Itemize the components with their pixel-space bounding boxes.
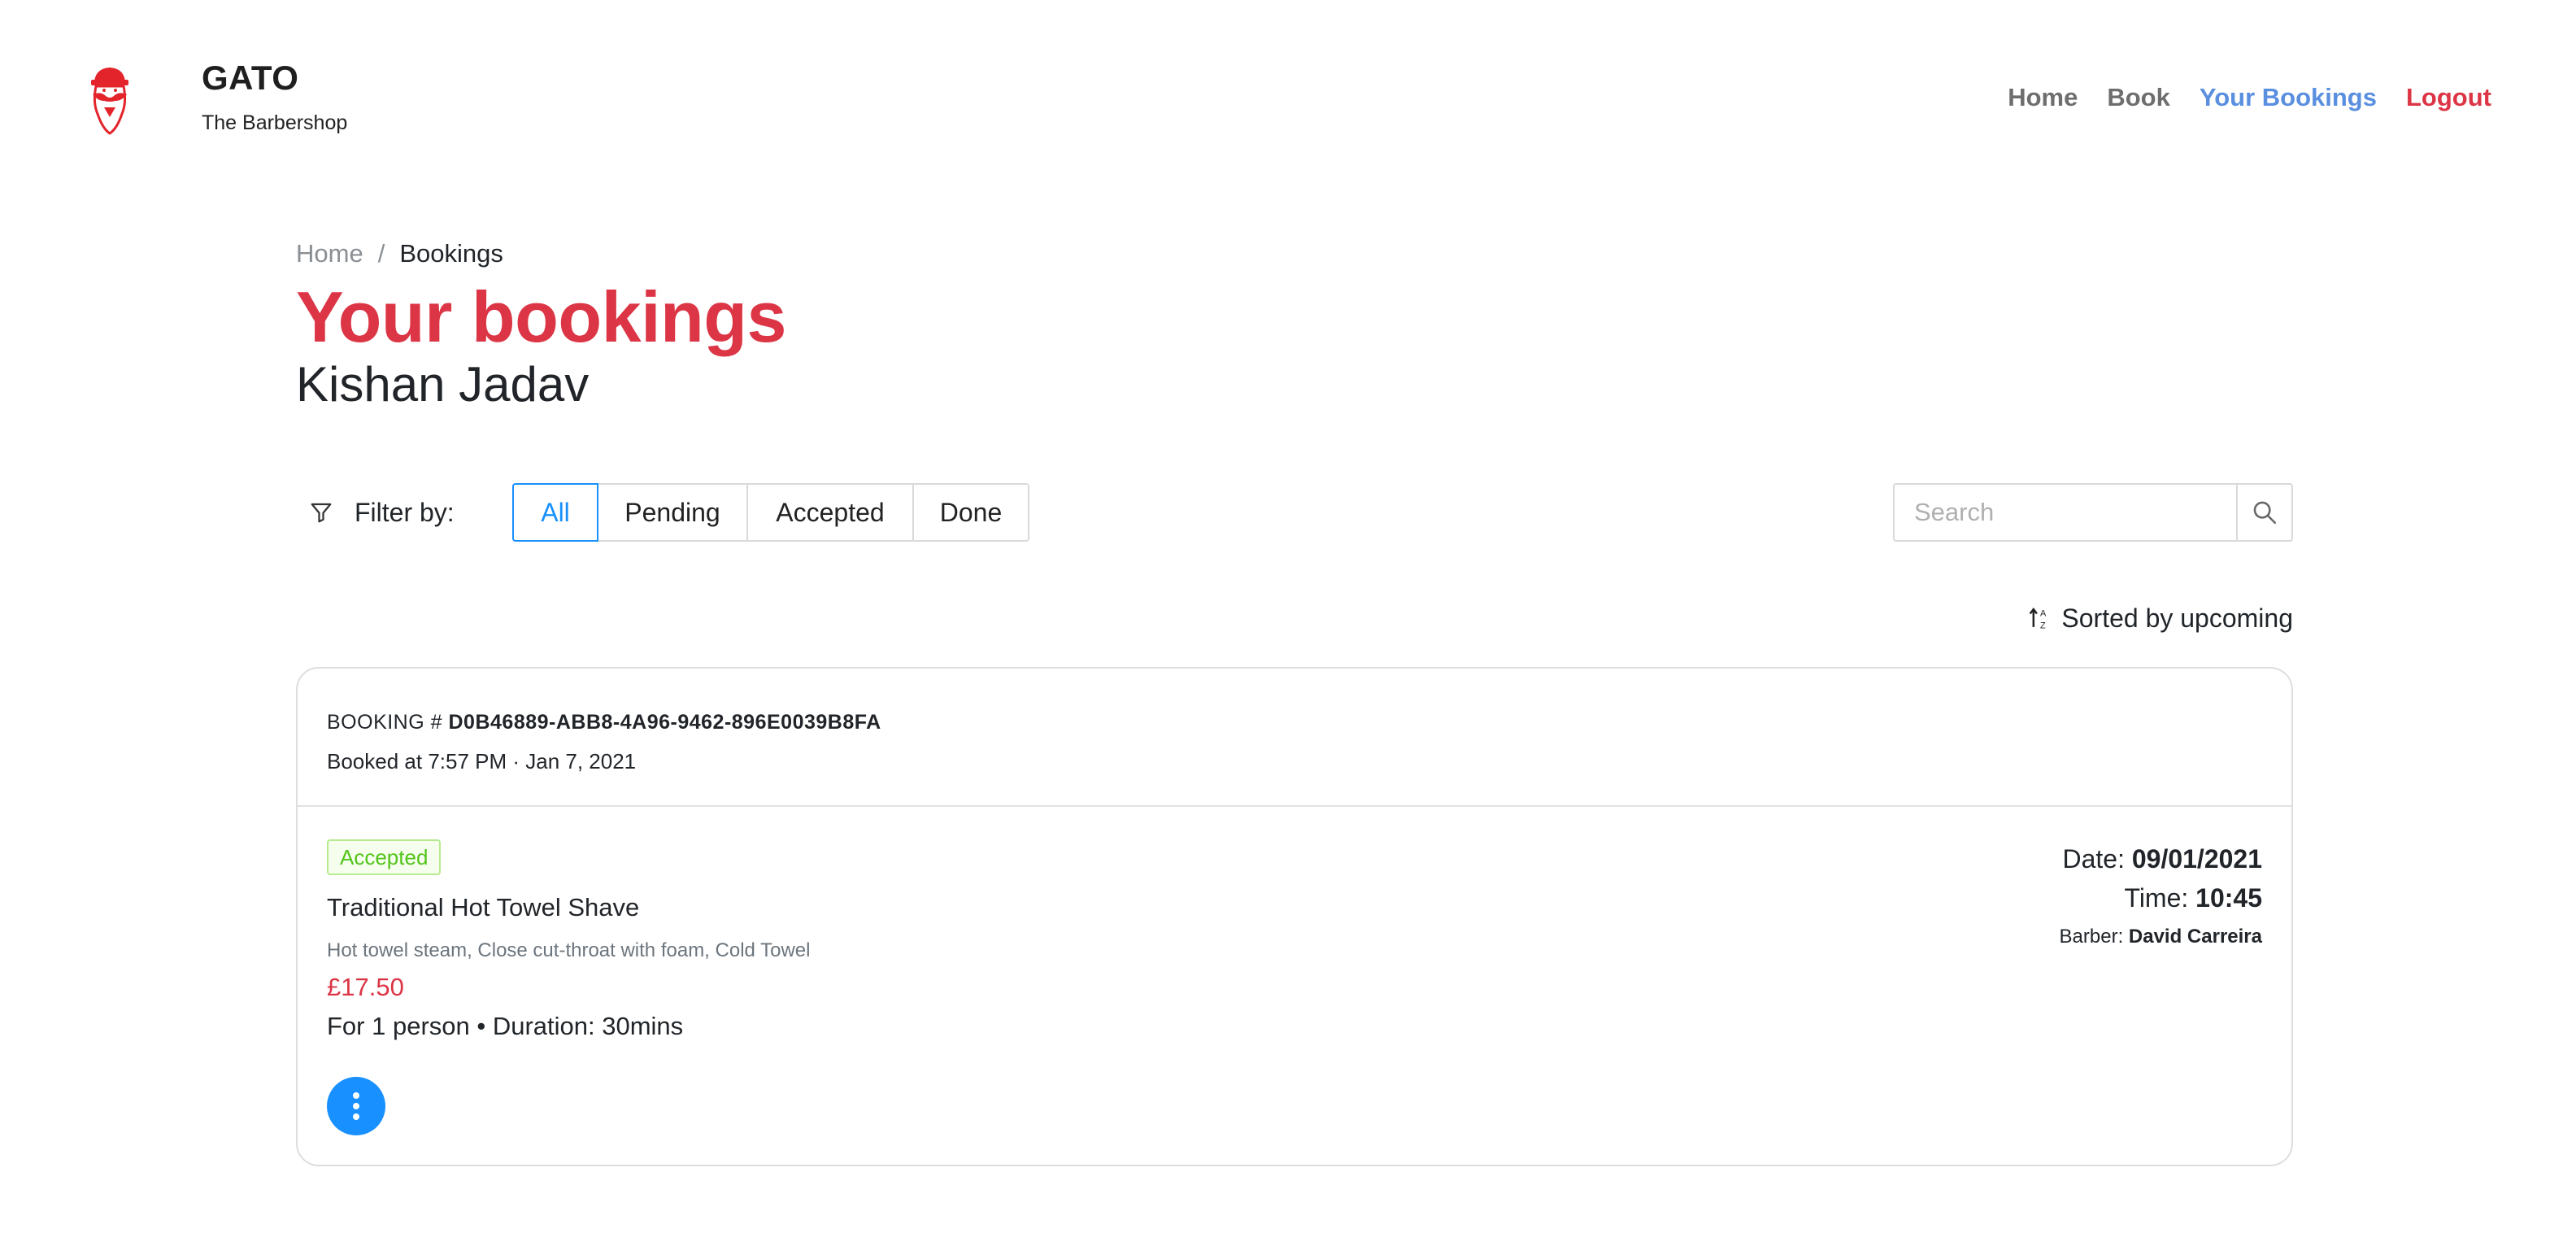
app-header: GATO The Barbershop Home Book Your Booki… — [0, 0, 2576, 195]
service-description: Hot towel steam, Close cut-throat with f… — [327, 939, 811, 961]
sort-ascending-icon: A Z — [2030, 608, 2047, 630]
main-nav: Home Book Your Bookings Logout — [2008, 80, 2491, 115]
svg-text:Z: Z — [2040, 621, 2046, 630]
breadcrumb: Home / Bookings — [296, 236, 2293, 272]
nav-home-link[interactable]: Home — [2008, 80, 2078, 115]
date-value: 09/01/2021 — [2131, 844, 2262, 874]
brand-name: GATO — [202, 59, 299, 97]
brand-tagline: The Barbershop — [202, 111, 348, 134]
user-name: Kishan Jadav — [296, 357, 590, 412]
barber-value: David Carreira — [2128, 926, 2262, 948]
booking-details: For 1 person • Duration: 30mins — [327, 1012, 684, 1040]
breadcrumb-separator: / — [377, 239, 385, 268]
booked-at: Booked at 7:57 PM · Jan 7, 2021 — [327, 749, 637, 773]
search-button[interactable] — [2236, 483, 2293, 542]
sort-control[interactable]: A Z Sorted by upcoming — [2029, 600, 2293, 636]
date-label: Date: — [2062, 844, 2125, 874]
filter-accepted-button[interactable]: Accepted — [746, 483, 914, 542]
filter-all-button[interactable]: All — [512, 483, 598, 542]
appointment-barber: Barber: David Carreira — [2060, 921, 2262, 953]
appointment-time: Time: 10:45 — [2060, 878, 2262, 917]
barber-label: Barber: — [2059, 926, 2124, 948]
search-input[interactable] — [1893, 483, 2236, 542]
filter-done-button[interactable]: Done — [912, 483, 1029, 542]
barbershop-logo-icon[interactable] — [85, 63, 135, 137]
nav-your-bookings-link[interactable]: Your Bookings — [2200, 80, 2377, 115]
breadcrumb-current: Bookings — [399, 239, 503, 268]
status-badge: Accepted — [327, 839, 442, 875]
vertical-dots-icon — [353, 1092, 359, 1120]
sort-label: Sorted by upcoming — [2061, 603, 2293, 633]
nav-logout-link[interactable]: Logout — [2406, 80, 2491, 115]
filter-segmented-control: All Pending Accepted Done — [512, 483, 1029, 542]
breadcrumb-home-link[interactable]: Home — [296, 236, 363, 272]
filter-toolbar: Filter by: All Pending Accepted Done — [296, 483, 2293, 542]
service-price: £17.50 — [327, 973, 404, 1001]
booking-card-header: BOOKING # D0B46889-ABB8-4A96-9462-896E00… — [298, 669, 2291, 807]
appointment-info: Date: 09/01/2021 Time: 10:45 Barber: Dav… — [2060, 839, 2262, 953]
page-title: Your bookings — [296, 277, 786, 357]
filter-funnel-icon — [311, 503, 332, 523]
brand: GATO The Barbershop — [202, 55, 347, 137]
filter-label: Filter by: — [309, 483, 455, 542]
booking-id: BOOKING # D0B46889-ABB8-4A96-9462-896E00… — [327, 708, 2291, 737]
time-label: Time: — [2124, 883, 2189, 913]
service-name: Traditional Hot Towel Shave — [327, 893, 640, 921]
filter-label-text: Filter by: — [355, 497, 455, 527]
booking-id-value: D0B46889-ABB8-4A96-9462-896E0039B8FA — [448, 711, 881, 734]
svg-text:A: A — [2040, 608, 2047, 618]
search-icon — [2253, 501, 2277, 525]
nav-book-link[interactable]: Book — [2107, 80, 2170, 115]
booking-id-prefix: BOOKING # — [327, 711, 443, 734]
main-content: Home / Bookings Your bookings Kishan Jad… — [296, 236, 2293, 1166]
search-box — [1893, 483, 2293, 542]
filter-pending-button[interactable]: Pending — [597, 483, 748, 542]
appointment-date: Date: 09/01/2021 — [2060, 839, 2262, 878]
booking-card: BOOKING # D0B46889-ABB8-4A96-9462-896E00… — [296, 667, 2293, 1166]
booking-card-body: Accepted Traditional Hot Towel Shave Hot… — [298, 807, 2291, 1044]
more-actions-button[interactable] — [327, 1077, 385, 1135]
time-value: 10:45 — [2195, 883, 2262, 913]
